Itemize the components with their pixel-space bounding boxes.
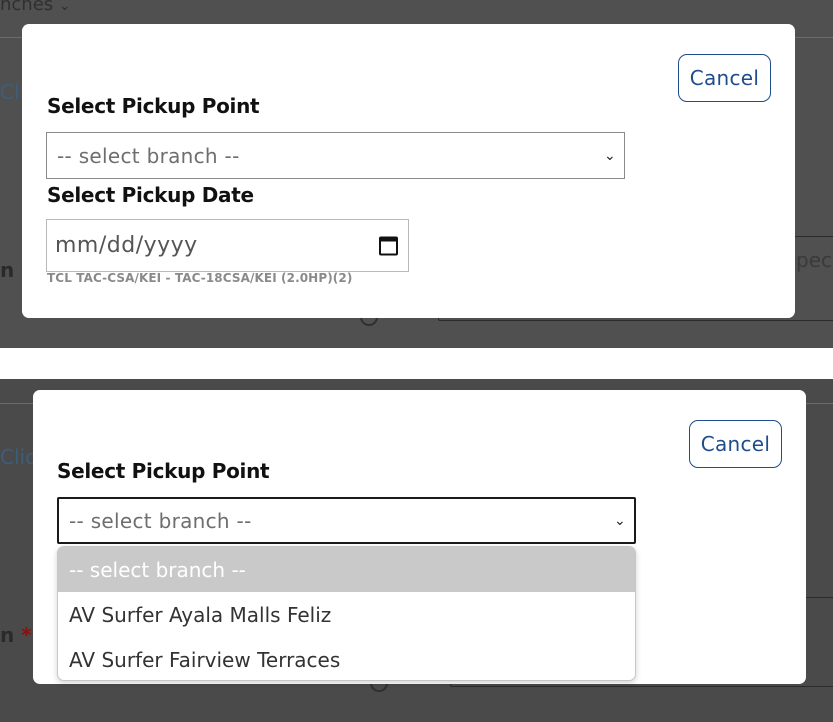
- branches-label: nches: [0, 0, 54, 15]
- chevron-down-icon: ⌄: [613, 512, 626, 529]
- pickup-point-label: Select Pickup Point: [47, 94, 260, 118]
- date-placeholder: mm/dd/yyyy: [55, 233, 198, 258]
- cancel-button[interactable]: Cancel: [678, 54, 771, 102]
- click-text-bg: Clic: [0, 445, 37, 469]
- branches-dropdown-bg: nches ⌄: [0, 0, 71, 15]
- location-label-bg: n *: [0, 623, 32, 647]
- dropdown-option[interactable]: -- select branch --: [58, 547, 635, 592]
- screenshot-top-panel: nches ⌄ Clic n * pecia Cancel Select Pic…: [0, 0, 833, 348]
- pickup-modal: Cancel Select Pickup Point -- select bra…: [22, 24, 795, 318]
- cancel-button[interactable]: Cancel: [689, 420, 782, 468]
- branch-dropdown-list: -- select branch -- AV Surfer Ayala Mall…: [57, 546, 636, 681]
- product-caption: TCL TAC-CSA/KEI - TAC-18CSA/KEI (2.0HP)(…: [47, 271, 353, 285]
- pickup-date-label: Select Pickup Date: [47, 183, 254, 207]
- dropdown-option[interactable]: AV Surfer Ayala Malls Feliz: [58, 592, 635, 637]
- dropdown-option[interactable]: AV Surfer Fairview Terraces: [58, 637, 635, 680]
- branch-select[interactable]: -- select branch -- ⌄: [57, 497, 636, 544]
- branch-select-value: -- select branch --: [69, 508, 252, 533]
- chevron-down-icon: ⌄: [58, 0, 71, 14]
- screenshot-bottom-panel: Clic n * Cancel Select Pickup Point -- s…: [0, 379, 833, 722]
- branch-select-value: -- select branch --: [57, 143, 240, 168]
- pickup-date-input[interactable]: mm/dd/yyyy: [46, 219, 409, 272]
- pickup-point-label: Select Pickup Point: [57, 459, 270, 483]
- branch-select[interactable]: -- select branch -- ⌄: [46, 132, 625, 179]
- pickup-modal: Cancel Select Pickup Point -- select bra…: [33, 390, 806, 684]
- chevron-down-icon: ⌄: [603, 147, 616, 164]
- calendar-icon[interactable]: [379, 236, 398, 255]
- special-text-bg: pecia: [796, 248, 833, 272]
